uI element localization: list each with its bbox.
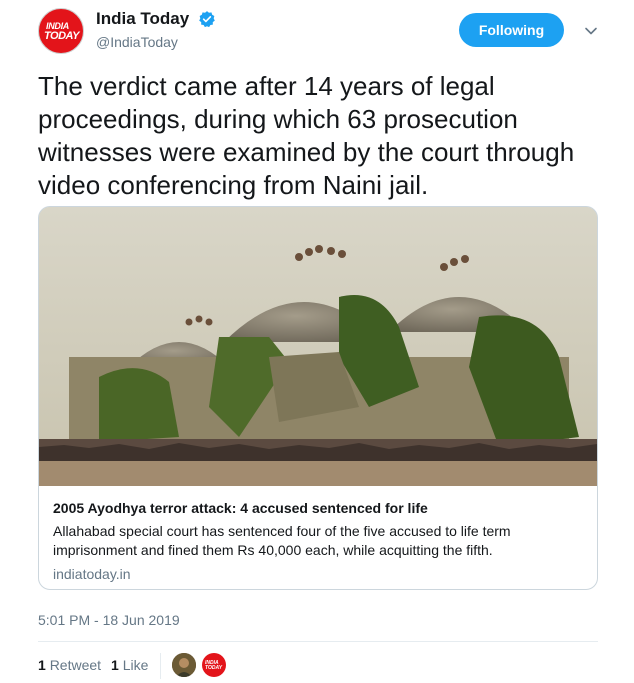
following-button[interactable]: Following — [459, 13, 564, 47]
retweet-stat[interactable]: 1 Retweet — [38, 657, 101, 673]
account-names: India Today @IndiaToday — [96, 9, 216, 50]
liker-avatar-photo — [172, 653, 196, 677]
card-image — [39, 207, 597, 486]
liker-avatar[interactable] — [172, 653, 196, 677]
tweet-timestamp[interactable]: 5:01 PM - 18 Jun 2019 — [38, 612, 180, 628]
divider — [38, 641, 598, 642]
card-body: 2005 Ayodhya terror attack: 4 accused se… — [53, 499, 583, 582]
card-domain: indiatoday.in — [53, 566, 131, 582]
avatar-logo-text-bottom: TODAY — [44, 30, 80, 42]
retweeter-avatar-logo: INDIA TODAY — [205, 660, 223, 671]
like-count: 1 — [111, 657, 119, 673]
like-stat[interactable]: 1 Like — [111, 657, 148, 673]
retweeter-avatar[interactable]: INDIA TODAY — [202, 653, 226, 677]
verified-badge-icon — [198, 11, 215, 28]
account-handle[interactable]: @IndiaToday — [96, 34, 216, 50]
link-preview-card[interactable]: 2005 Ayodhya terror attack: 4 accused se… — [38, 206, 598, 590]
card-title[interactable]: 2005 Ayodhya terror attack: 4 accused se… — [53, 499, 583, 517]
retweet-count: 1 — [38, 657, 46, 673]
tweet-text: The verdict came after 14 years of legal… — [38, 71, 575, 200]
retweet-label: Retweet — [49, 657, 102, 673]
like-label: Like — [122, 657, 149, 673]
chevron-down-icon[interactable] — [584, 24, 598, 38]
card-description: Allahabad special court has sentenced fo… — [53, 523, 511, 558]
display-name[interactable]: India Today — [96, 9, 189, 29]
account-avatar[interactable]: INDIA TODAY — [38, 8, 84, 54]
stats-divider — [160, 653, 161, 679]
display-name-row: India Today — [96, 9, 216, 29]
